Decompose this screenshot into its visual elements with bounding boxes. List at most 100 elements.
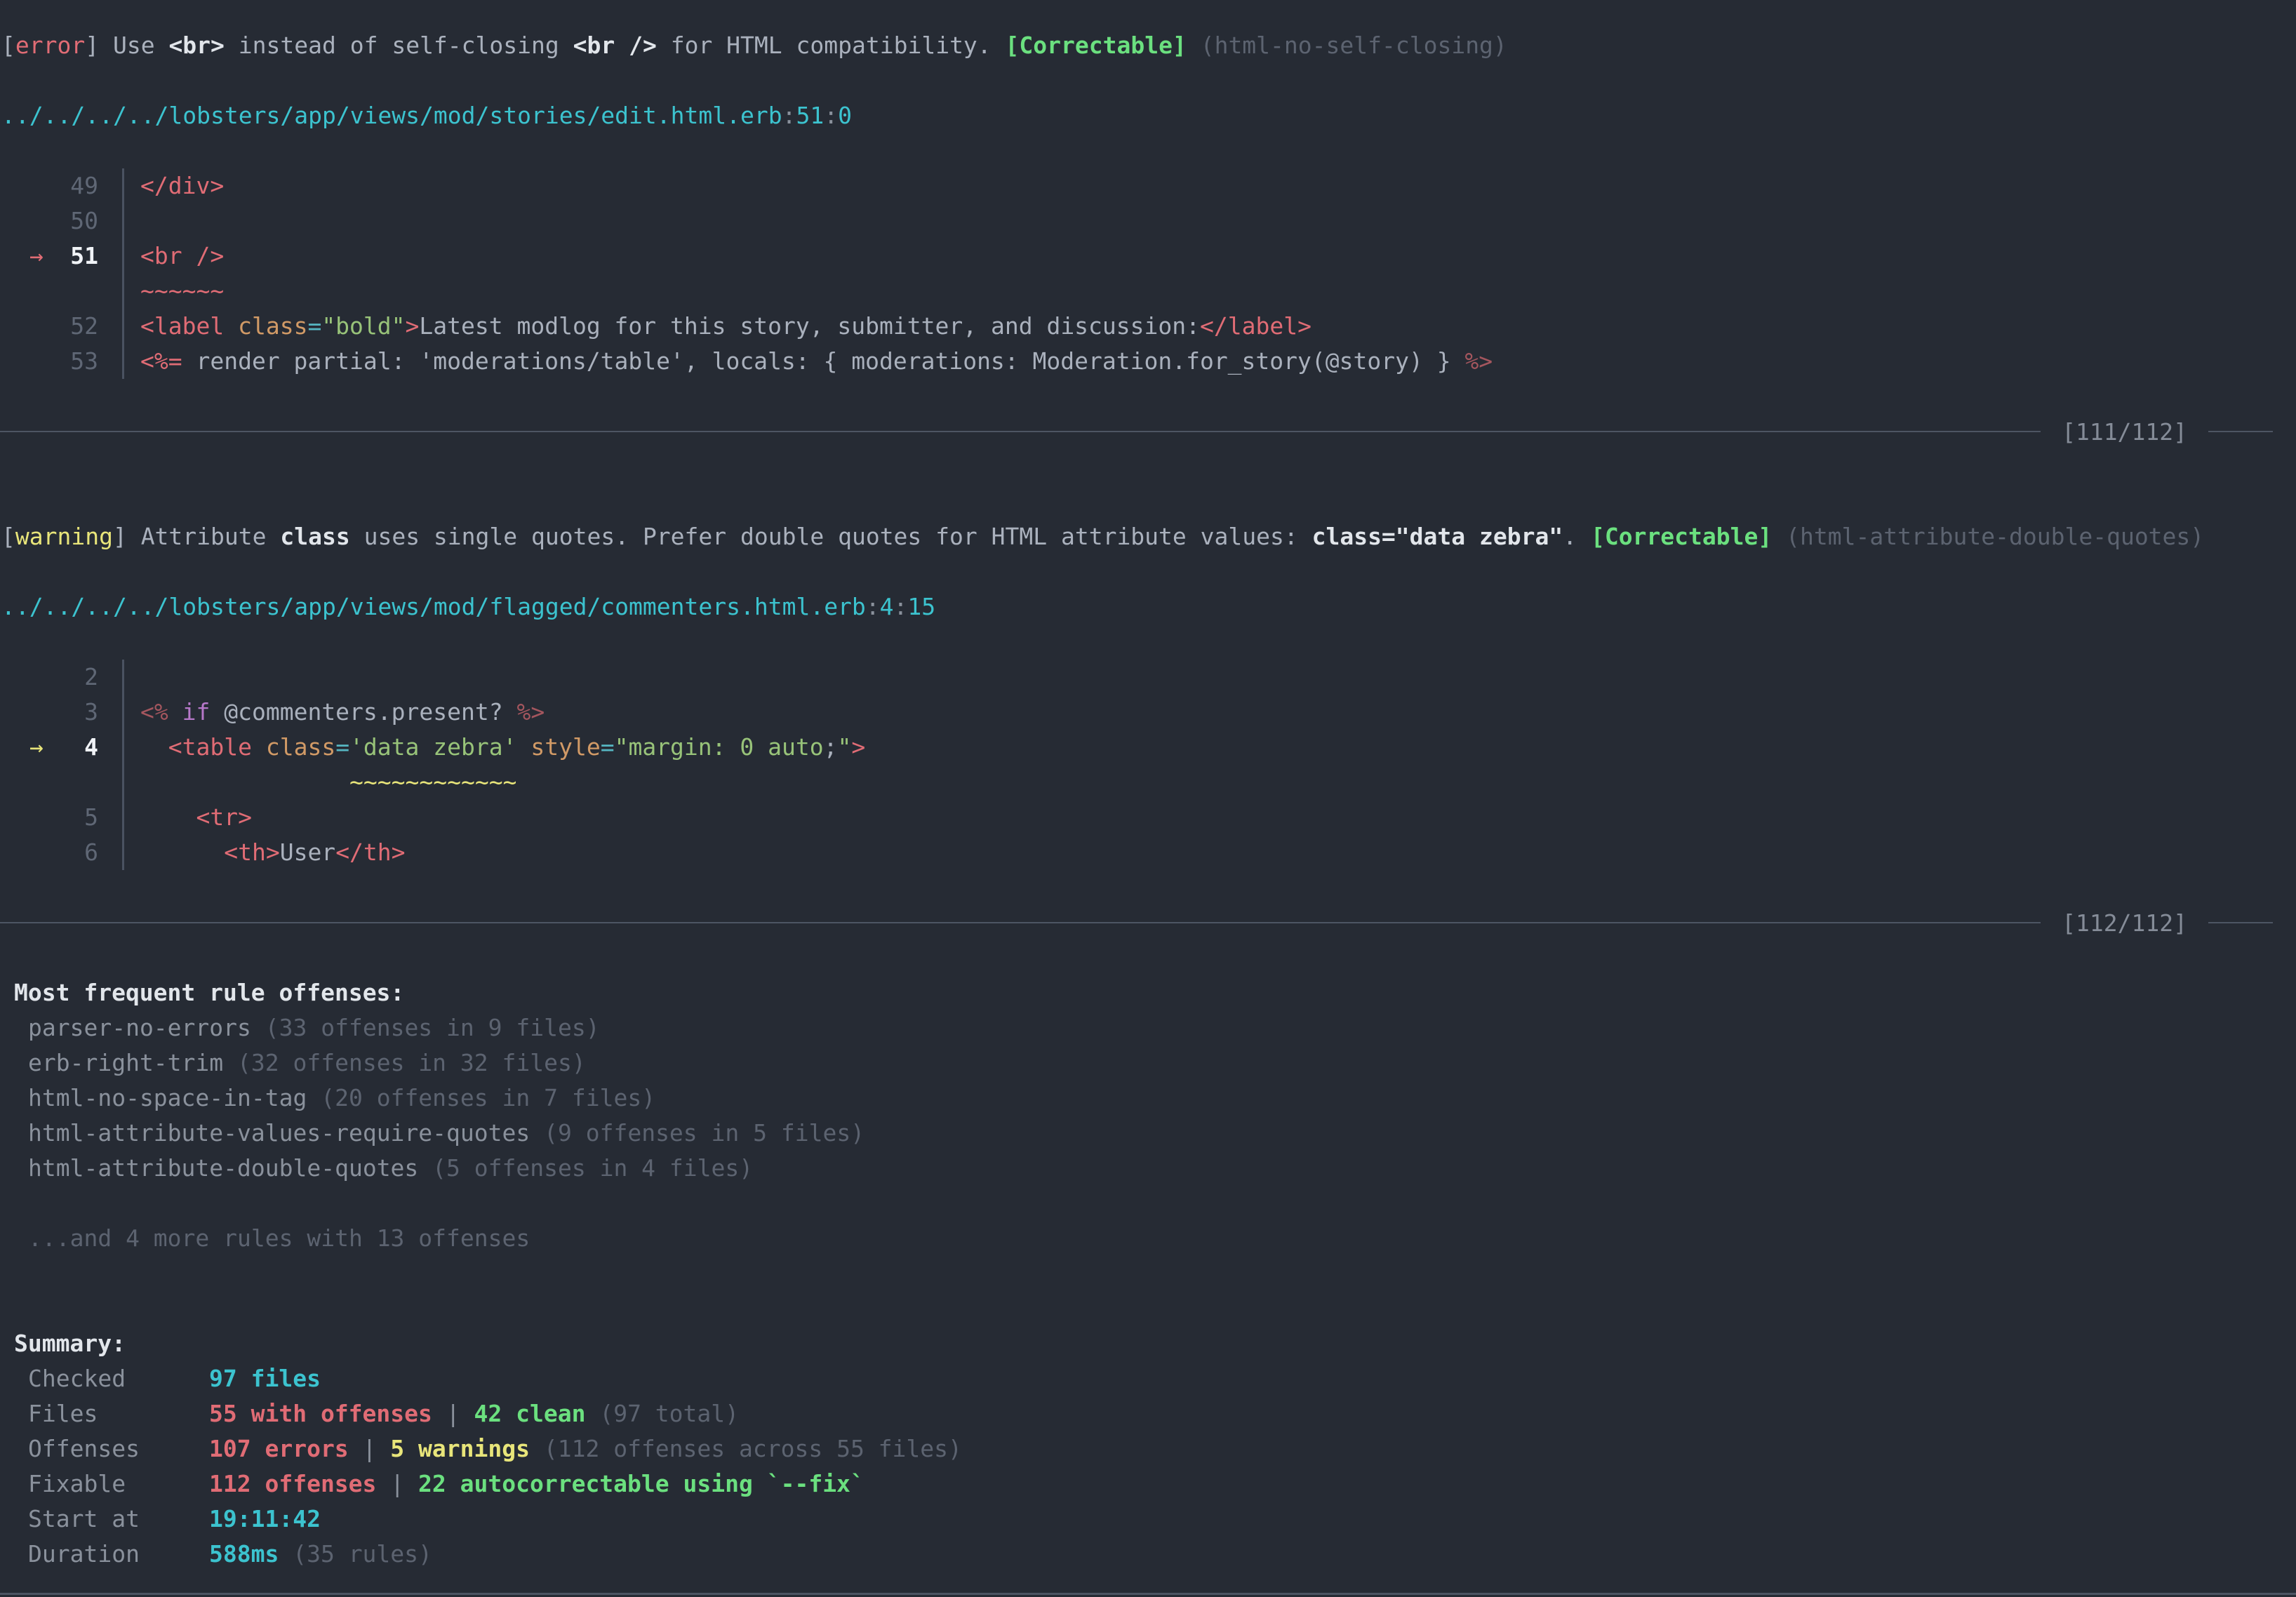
code-line: 49 </div> [0,168,2296,203]
file-path: ../../../../lobsters/app/views/mod/stori… [0,98,2296,133]
code-text [122,660,2296,695]
rule-item: html-attribute-values-require-quotes (9 … [0,1116,2296,1151]
summary-label: Files [28,1396,209,1431]
column-number-ref: 0 [838,102,852,129]
summary-label: Checked [28,1361,209,1396]
code-snippet-2: 2 3 <% if @commenters.present? %> → 4 <ta… [0,660,2296,870]
severity-error: error [15,32,85,59]
line-number: 4 [84,733,98,761]
file-path-text: ../../../../lobsters/app/views/mod/flagg… [1,593,866,620]
file-path-text: ../../../../lobsters/app/views/mod/stori… [1,102,782,129]
code-line: 2 [0,660,2296,695]
file-path: ../../../../lobsters/app/views/mod/flagg… [0,589,2296,624]
summary-label: Fixable [28,1466,209,1502]
rule-item: erb-right-trim (32 offenses in 32 files) [0,1045,2296,1081]
line-number: 53 [70,347,98,375]
offense-arrow-icon: → [29,730,44,765]
code-text: </div> [122,168,2296,203]
code-text: <label class="bold">Latest modlog for th… [122,309,2296,344]
rules-section-title: Most frequent rule offenses: [0,975,2296,1010]
line-number-ref: 51 [796,102,824,129]
code-text: <% if @commenters.present? %> [122,695,2296,730]
summary-value: 107 errors | 5 warnings (112 offenses ac… [209,1431,962,1466]
rule-name: parser-no-errors [28,1014,251,1041]
summary-value: 19:11:42 [209,1502,321,1537]
rule-item: html-attribute-double-quotes (5 offenses… [0,1151,2296,1186]
summary-value: 55 with offenses | 42 clean (97 total) [209,1396,739,1431]
summary-label: Duration [28,1537,209,1572]
code-text: <%= render partial: 'moderations/table',… [122,344,2296,379]
rule-name: html-no-space-in-tag [28,1084,307,1111]
rule-count: (9 offenses in 5 files) [544,1119,865,1147]
divider-line [2208,922,2273,923]
rule-count: (5 offenses in 4 files) [432,1154,753,1182]
lint-message-error: [error] Use <br> instead of self-closing… [0,28,2296,63]
squiggle-underline: ~~~~~~~~~~~~ [349,768,516,796]
summary-row-duration: Duration 588ms (35 rules) [0,1537,2296,1572]
code-snippet-1: 49 </div> 50 → 51 <br /> ~~~~~~ 52 <label… [0,168,2296,379]
code-text: <table class='data zebra' style="margin:… [122,730,2296,765]
code-text: <th>User</th> [122,835,2296,870]
line-number: 49 [70,172,98,199]
divider-line [0,922,2041,923]
line-number: 5 [84,803,98,831]
rule-count: (33 offenses in 9 files) [265,1014,600,1041]
correctable-tag: [Correctable] [1591,523,1772,550]
rule-name: html-attribute-double-quotes [28,1154,418,1182]
summary-label: Start at [28,1502,209,1537]
code-text: ~~~~~~~~~~~~ [122,765,2296,800]
summary-row-fixable: Fixable 112 offenses | 22 autocorrectabl… [0,1466,2296,1502]
code-line: 52 <label class="bold">Latest modlog for… [0,309,2296,344]
divider-line [2208,431,2273,432]
code-line: 6 <th>User</th> [0,835,2296,870]
summary-value: 588ms (35 rules) [209,1537,432,1572]
line-number: 52 [70,312,98,340]
code-text: ~~~~~~ [122,274,2296,309]
summary-value: 97 files [209,1361,321,1396]
summary-row-offenses: Offenses 107 errors | 5 warnings (112 of… [0,1431,2296,1466]
correctable-tag: [Correctable] [1006,32,1187,59]
code-line-flagged: → 51 <br /> [0,239,2296,274]
progress-divider: [112/112] [0,905,2296,940]
line-number: 6 [84,838,98,866]
code-line-flagged: → 4 <table class='data zebra' style="marg… [0,730,2296,765]
rule-count: (32 offenses in 32 files) [237,1049,586,1076]
divider-line [0,431,2041,432]
code-text [122,203,2296,239]
code-line: 3 <% if @commenters.present? %> [0,695,2296,730]
summary-title: Summary: [0,1326,2296,1361]
progress-counter: [112/112] [2062,909,2187,937]
squiggle-line: ~~~~~~~~~~~~ [0,765,2296,800]
line-number: 2 [84,663,98,690]
rule-id: (html-attribute-double-quotes) [1786,523,2204,550]
summary-row-files: Files 55 with offenses | 42 clean (97 to… [0,1396,2296,1431]
severity-warning: warning [15,523,113,550]
progress-counter: [111/112] [2062,418,2187,446]
code-text: <tr> [122,800,2296,835]
code-text: <br /> [122,239,2296,274]
terminal-output: [error] Use <br> instead of self-closing… [0,0,2296,1595]
squiggle-line: ~~~~~~ [0,274,2296,309]
rule-id: (html-no-self-closing) [1201,32,1507,59]
line-number-ref: 4 [880,593,894,620]
code-line: 50 [0,203,2296,239]
summary-row-start: Start at 19:11:42 [0,1502,2296,1537]
code-line: 53 <%= render partial: 'moderations/tabl… [0,344,2296,379]
summary-row-checked: Checked 97 files [0,1361,2296,1396]
line-number: 51 [70,242,98,269]
rule-item: html-no-space-in-tag (20 offenses in 7 f… [0,1081,2296,1116]
rule-name: erb-right-trim [28,1049,223,1076]
line-number: 50 [70,207,98,234]
squiggle-underline: ~~~~~~ [140,277,224,305]
offense-arrow-icon: → [29,239,44,274]
column-number-ref: 15 [907,593,935,620]
summary-value: 112 offenses | 22 autocorrectable using … [209,1466,865,1502]
summary-label: Offenses [28,1431,209,1466]
more-rules-note: ...and 4 more rules with 13 offenses [0,1221,2296,1256]
code-line: 5 <tr> [0,800,2296,835]
line-number: 3 [84,698,98,726]
rule-count: (20 offenses in 7 files) [321,1084,655,1111]
rule-name: html-attribute-values-require-quotes [28,1119,530,1147]
rule-item: parser-no-errors (33 offenses in 9 files… [0,1010,2296,1045]
bottom-divider-line [0,1593,2296,1595]
